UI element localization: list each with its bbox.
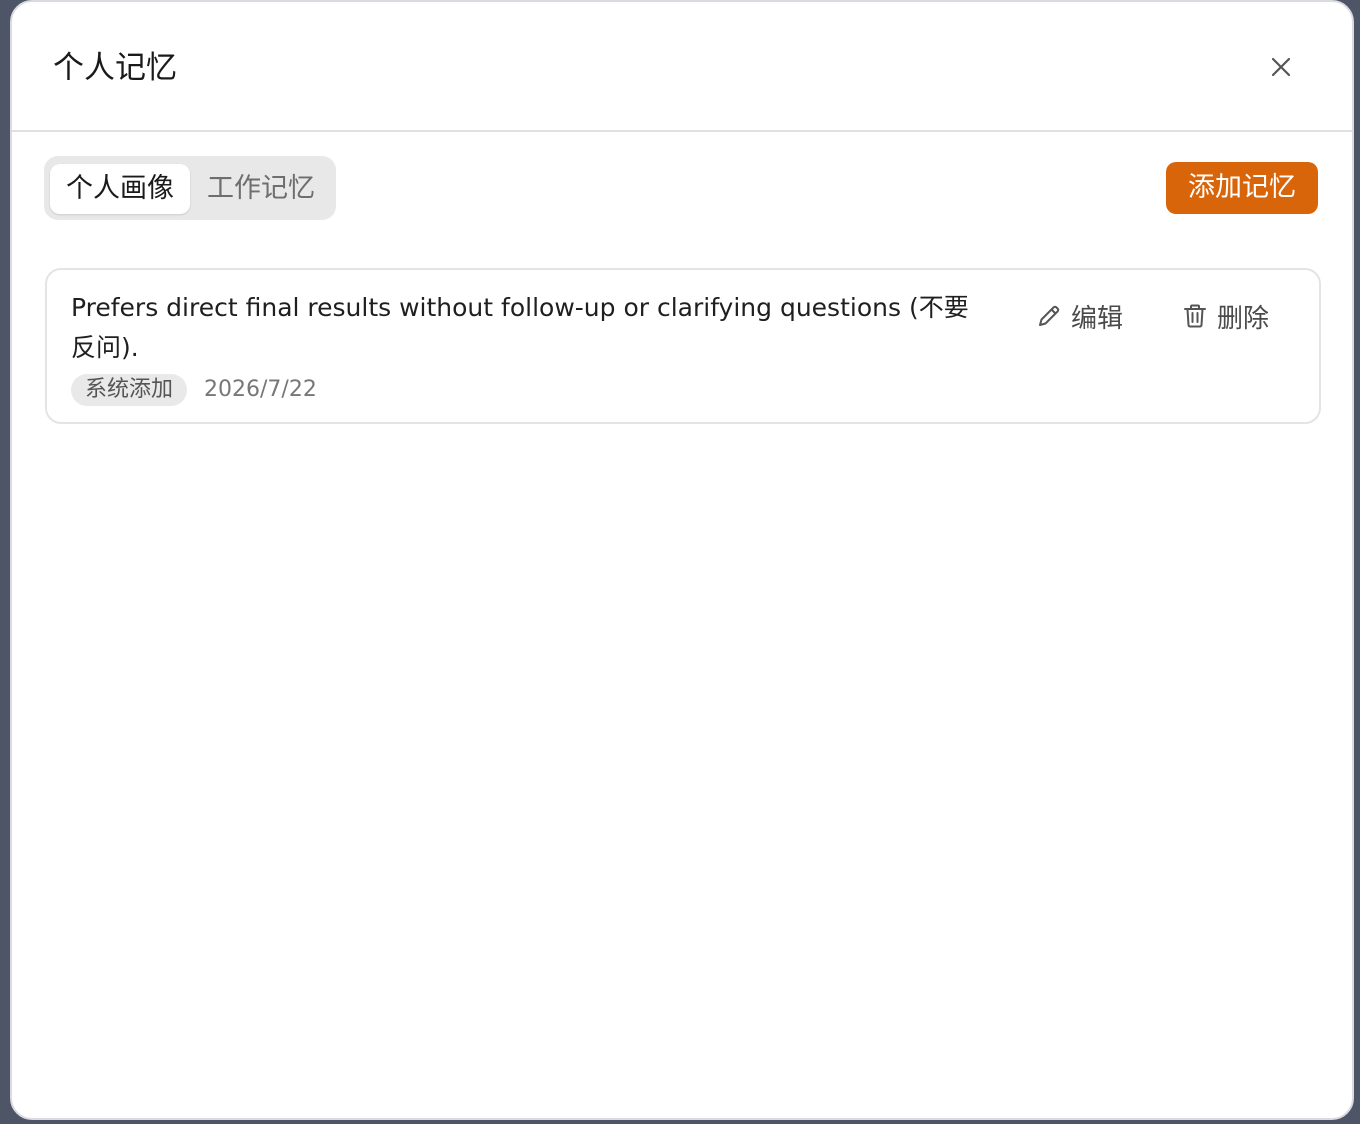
close-button[interactable] <box>1264 50 1298 84</box>
delete-label: 删除 <box>1217 303 1270 334</box>
trash-icon <box>1181 302 1209 330</box>
personal-memory-dialog: 个人记忆 个人画像 工作记忆 添加记忆 Prefers direct final… <box>10 0 1354 1120</box>
memory-tabs: 个人画像 工作记忆 <box>44 156 336 220</box>
memory-meta: 系统添加 2026/7/22 <box>71 374 317 406</box>
add-memory-button[interactable]: 添加记忆 <box>1166 162 1318 214</box>
memory-date: 2026/7/22 <box>204 377 317 402</box>
pencil-icon <box>1035 302 1063 330</box>
memory-text: Prefers direct final results without fol… <box>71 293 969 362</box>
dialog-header: 个人记忆 <box>12 2 1352 132</box>
tab-work-memory[interactable]: 工作记忆 <box>192 164 330 214</box>
close-icon <box>1271 57 1291 77</box>
edit-label: 编辑 <box>1071 303 1124 334</box>
tab-personal-profile[interactable]: 个人画像 <box>50 164 190 214</box>
delete-button[interactable]: 删除 <box>1181 296 1269 336</box>
source-badge: 系统添加 <box>71 374 188 406</box>
memory-card: Prefers direct final results without fol… <box>45 268 1321 424</box>
edit-button[interactable]: 编辑 <box>1035 296 1123 336</box>
dialog-title: 个人记忆 <box>53 50 177 86</box>
